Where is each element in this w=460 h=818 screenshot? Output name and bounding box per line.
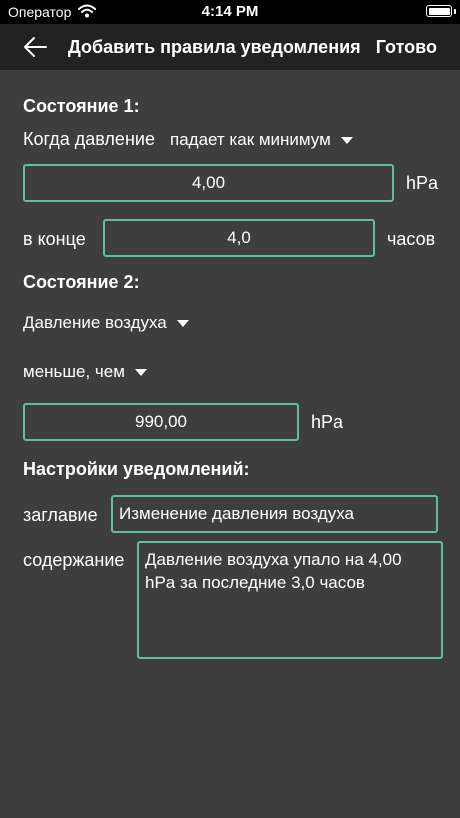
hours-input[interactable]: 4,0 [103, 219, 375, 257]
notification-content-label: содержание [23, 550, 125, 570]
battery-cap [454, 9, 456, 14]
pressure-mode-value: падает как минимум [170, 130, 331, 149]
page-title: Добавить правила уведомления [68, 37, 361, 57]
pressure-threshold-unit: hPa [311, 412, 344, 432]
pressure-threshold-input[interactable]: 990,00 [23, 403, 299, 441]
done-button[interactable]: Готово [376, 37, 437, 58]
notification-title-label: заглавие [23, 505, 98, 525]
at-end-label: в конце [23, 229, 86, 249]
notification-settings-title: Настройки уведомлений: [23, 459, 250, 479]
condition1-title: Состояние 1: [23, 96, 140, 116]
pressure-mode-dropdown[interactable]: падает как минимум [170, 130, 353, 150]
navigation-bar: Добавить правила уведомления Готово [0, 24, 460, 70]
comparison-dropdown[interactable]: меньше, чем [23, 362, 147, 382]
status-bar: Оператор 4:14 PM [0, 0, 460, 24]
pressure-change-input[interactable]: 4,00 [23, 164, 394, 202]
battery-icon [426, 5, 452, 17]
parameter-dropdown[interactable]: Давление воздуха [23, 313, 189, 333]
status-time: 4:14 PM [201, 3, 259, 20]
hours-unit: часов [387, 229, 436, 249]
notification-content-input[interactable]: Давление воздуха упало на 4,00 hPa за по… [137, 541, 443, 659]
back-arrow-icon[interactable] [20, 32, 54, 62]
condition2-title: Состояние 2: [23, 272, 140, 292]
caret-down-icon [340, 136, 353, 144]
when-pressure-label: Когда давление [23, 129, 155, 149]
caret-down-icon [176, 319, 189, 327]
pressure-change-unit: hPa [406, 173, 439, 193]
caret-down-icon [134, 368, 147, 376]
parameter-value: Давление воздуха [23, 313, 167, 332]
notification-title-input[interactable]: Изменение давления воздуха [111, 495, 438, 533]
comparison-value: меньше, чем [23, 362, 125, 381]
